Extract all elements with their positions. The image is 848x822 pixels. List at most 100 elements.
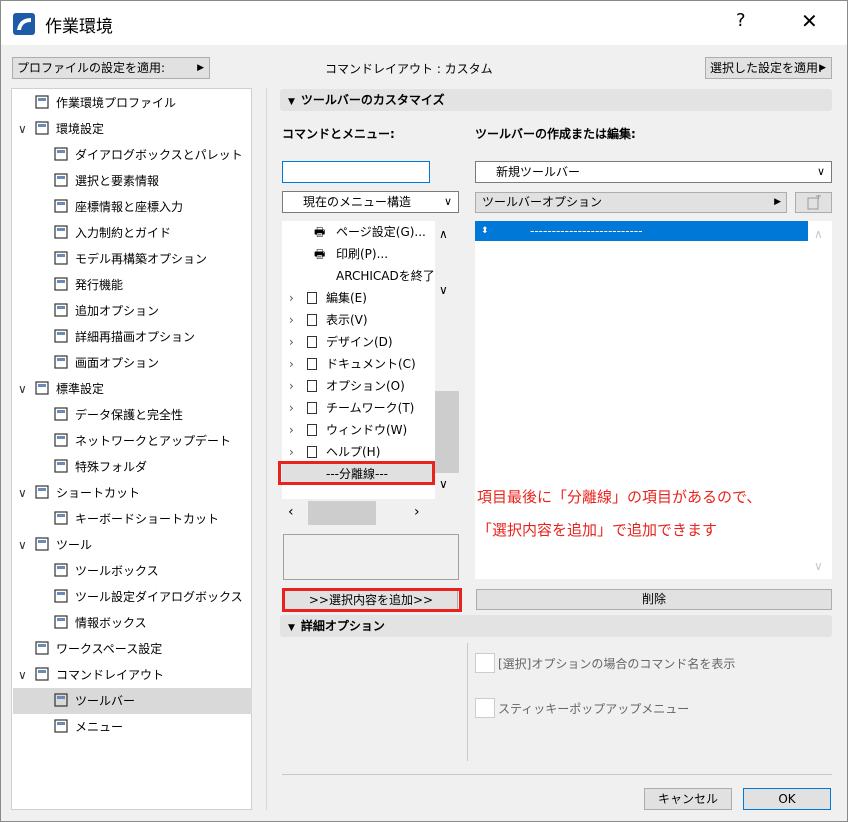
tree-item[interactable]: 特殊フォルダ bbox=[12, 455, 251, 479]
tree-item[interactable]: ワークスペース設定 bbox=[12, 637, 251, 661]
tree-item[interactable]: ツールバー bbox=[12, 689, 251, 713]
tree-item-label: ツールボックス bbox=[75, 564, 159, 578]
tree-item[interactable]: 作業環境プロファイル bbox=[12, 91, 251, 115]
commands-vscrollbar[interactable]: ∧ ∨ ∨ bbox=[435, 221, 459, 499]
tree-item[interactable]: 選択と要素情報 bbox=[12, 169, 251, 193]
chevron-right-icon[interactable]: › bbox=[289, 419, 294, 441]
toolbar-options-button[interactable]: ツールバーオプション ▶ bbox=[475, 192, 787, 213]
scroll-left-icon[interactable]: ‹ bbox=[288, 504, 294, 520]
command-item[interactable]: › 表示(V) bbox=[282, 309, 435, 331]
command-item-label: ARCHICADを終了( bbox=[336, 269, 435, 283]
tree-item-label: キーボードショートカット bbox=[75, 512, 220, 526]
chevron-right-icon[interactable]: › bbox=[289, 309, 294, 331]
command-item-label: ヘルプ(H) bbox=[326, 445, 381, 459]
toolbar-item-row[interactable]: ⬍ -------------------------- bbox=[475, 221, 808, 241]
chevron-right-icon[interactable]: › bbox=[289, 397, 294, 419]
commands-list[interactable]: 🖶 ページ設定(G)... 🖶 印刷(P)... ARCHICADを終了(› 編集(E) ›… bbox=[282, 221, 435, 499]
tree-item[interactable]: 発行機能 bbox=[12, 273, 251, 297]
tree-item[interactable]: 画面オプション bbox=[12, 351, 251, 375]
ok-button[interactable]: OK bbox=[743, 788, 831, 810]
tree-item[interactable]: 入力制約とガイド bbox=[12, 221, 251, 245]
menu-icon bbox=[307, 424, 317, 436]
scroll-down-icon[interactable]: ∨ bbox=[439, 283, 448, 297]
sliders-icon bbox=[54, 303, 68, 317]
close-icon[interactable]: ✕ bbox=[801, 9, 818, 33]
command-item[interactable]: ARCHICADを終了( bbox=[282, 265, 435, 287]
scroll-up-icon[interactable]: ∧ bbox=[814, 227, 823, 241]
tree-item[interactable]: 詳細再描画オプション bbox=[12, 325, 251, 349]
commands-hscrollbar[interactable]: ‹ › bbox=[282, 501, 435, 525]
tree-item[interactable]: 座標情報と座標入力 bbox=[12, 195, 251, 219]
toolbar-select[interactable]: 新規ツールバー ∨ bbox=[475, 161, 832, 183]
triangle-right-icon: ▶ bbox=[774, 197, 781, 207]
tool-icon bbox=[35, 537, 49, 551]
menu-structure-select[interactable]: 現在のメニュー構造 ∨ bbox=[282, 191, 459, 213]
command-preview-box bbox=[283, 534, 459, 580]
tree-item-label: ショートカット bbox=[56, 486, 141, 500]
chevron-right-icon[interactable]: › bbox=[289, 353, 294, 375]
tree-item[interactable]: ネットワークとアップデート bbox=[12, 429, 251, 453]
tree-item[interactable]: ∨ 環境設定 bbox=[12, 117, 251, 141]
delete-button[interactable]: 削除 bbox=[476, 589, 832, 610]
cancel-button[interactable]: キャンセル bbox=[644, 788, 732, 810]
scroll-down-icon[interactable]: ∨ bbox=[439, 477, 448, 491]
tree-item-label: ワークスペース設定 bbox=[56, 642, 163, 656]
tree-item[interactable]: ∨ ショートカット bbox=[12, 481, 251, 505]
apply-selected-button[interactable]: 選択した設定を適用: ▶ bbox=[705, 57, 832, 79]
command-item-label: 表示(V) bbox=[326, 313, 368, 327]
commands-hscroll-thumb[interactable] bbox=[308, 501, 376, 525]
chevron-right-icon[interactable]: › bbox=[289, 331, 294, 353]
tree-item[interactable]: 情報ボックス bbox=[12, 611, 251, 635]
toolbar-items-vscrollbar[interactable]: ∧ ∨ bbox=[808, 221, 832, 579]
chevron-right-icon[interactable]: › bbox=[289, 287, 294, 309]
command-item[interactable]: 🖶 印刷(P)... bbox=[282, 243, 435, 265]
customize-section-header[interactable]: ▼ ツールバーのカスタマイズ bbox=[280, 89, 832, 111]
chevron-right-icon[interactable]: › bbox=[289, 441, 294, 463]
scroll-down-icon[interactable]: ∨ bbox=[814, 559, 823, 573]
command-item[interactable]: › 編集(E) bbox=[282, 287, 435, 309]
footer-divider bbox=[282, 774, 832, 775]
chevron-down-icon[interactable]: ∨ bbox=[18, 117, 27, 141]
command-item[interactable]: › オプション(O) bbox=[282, 375, 435, 397]
scroll-right-icon[interactable]: › bbox=[414, 504, 420, 520]
chevron-right-icon[interactable]: › bbox=[289, 375, 294, 397]
new-toolbar-item-button[interactable] bbox=[795, 192, 832, 213]
commands-vscroll-thumb[interactable] bbox=[435, 391, 459, 473]
chevron-down-icon[interactable]: ∨ bbox=[18, 533, 27, 557]
command-item[interactable]: › ヘルプ(H) bbox=[282, 441, 435, 463]
command-item-label: チームワーク(T) bbox=[326, 401, 415, 415]
menu-icon bbox=[307, 358, 317, 370]
tree-item[interactable]: データ保護と完全性 bbox=[12, 403, 251, 427]
command-item[interactable]: › チームワーク(T) bbox=[282, 397, 435, 419]
chevron-down-icon[interactable]: ∨ bbox=[18, 377, 27, 401]
command-item-label: 編集(E) bbox=[326, 291, 367, 305]
monitor-icon bbox=[54, 355, 68, 369]
tree-item[interactable]: ∨ コマンドレイアウト bbox=[12, 663, 251, 687]
tree-item-label: 追加オプション bbox=[75, 304, 160, 318]
command-item[interactable]: 🖶 ページ設定(G)... bbox=[282, 221, 435, 243]
command-item[interactable]: › ウィンドウ(W) bbox=[282, 419, 435, 441]
tree-item[interactable]: モデル再構築オプション bbox=[12, 247, 251, 271]
command-item[interactable]: › デザイン(D) bbox=[282, 331, 435, 353]
command-item[interactable]: › ドキュメント(C) bbox=[282, 353, 435, 375]
sticky-popup-checkbox[interactable] bbox=[475, 698, 495, 718]
advanced-section-header[interactable]: ▼ 詳細オプション bbox=[280, 615, 832, 637]
menu-structure-value: 現在のメニュー構造 bbox=[303, 195, 412, 209]
tree-item[interactable]: ツールボックス bbox=[12, 559, 251, 583]
menu-icon bbox=[54, 719, 68, 733]
chevron-down-icon[interactable]: ∨ bbox=[18, 481, 27, 505]
tree-item[interactable]: ∨ ツール bbox=[12, 533, 251, 557]
tree-item[interactable]: ツール設定ダイアログボックス bbox=[12, 585, 251, 609]
help-icon[interactable]: ? bbox=[736, 10, 746, 31]
tree-item[interactable]: 追加オプション bbox=[12, 299, 251, 323]
command-search-input[interactable] bbox=[282, 161, 430, 183]
tree-item[interactable]: ダイアログボックスとパレット bbox=[12, 143, 251, 167]
scroll-up-icon[interactable]: ∧ bbox=[439, 227, 448, 241]
menu-icon bbox=[307, 380, 317, 392]
apply-profile-button[interactable]: プロファイルの設定を適用: ▶ bbox=[12, 57, 210, 79]
tree-item[interactable]: ∨ 標準設定 bbox=[12, 377, 251, 401]
tree-item[interactable]: キーボードショートカット bbox=[12, 507, 251, 531]
chevron-down-icon[interactable]: ∨ bbox=[18, 663, 27, 687]
show-command-name-checkbox[interactable] bbox=[475, 653, 495, 673]
tree-item[interactable]: メニュー bbox=[12, 715, 251, 739]
